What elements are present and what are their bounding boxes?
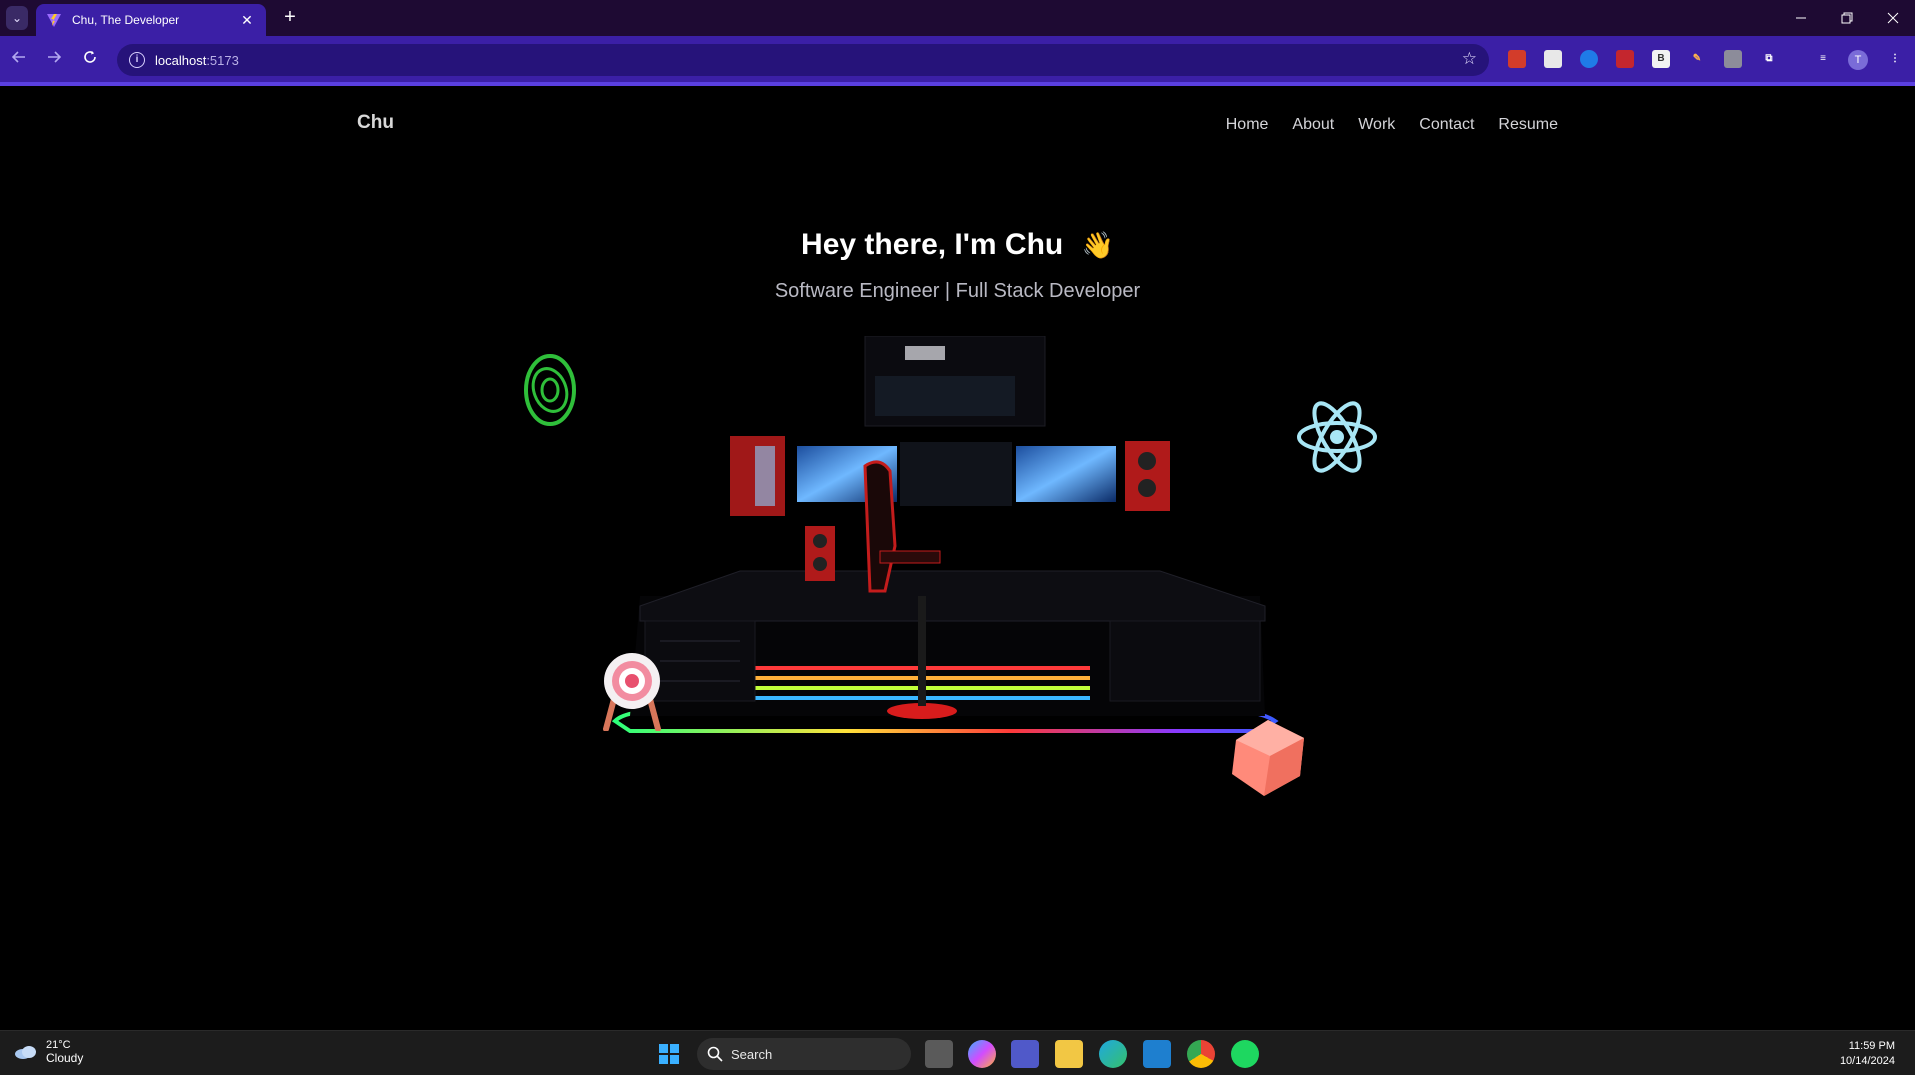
portfolio-page: Chu Home About Work Contact Resume Hey t…	[0, 86, 1915, 1030]
vite-favicon-icon	[47, 14, 61, 27]
weather-temperature: 21°C	[46, 1039, 71, 1051]
url-port: :5173	[206, 52, 239, 68]
cube-icon	[1232, 720, 1304, 796]
reload-button[interactable]	[78, 48, 102, 72]
gaming-setup-3d-scene	[611, 336, 1279, 733]
clock-date: 10/14/2024	[1839, 1055, 1895, 1067]
pencil-extension-icon[interactable]: ✎	[1688, 50, 1706, 68]
chrome-icon[interactable]	[1187, 1040, 1215, 1068]
extension-icon-1[interactable]	[1508, 50, 1526, 68]
tab-close-icon[interactable]: ✕	[238, 12, 256, 29]
start-button[interactable]	[655, 1040, 683, 1068]
tab-search-button[interactable]: ⌄	[6, 6, 28, 30]
browser-menu-icon[interactable]: ⋮	[1886, 50, 1904, 68]
browser-toolbar: i localhost :5173 ☆ B ✎ ⧉ ≡ T ⋮	[0, 36, 1915, 86]
teams-icon[interactable]	[1011, 1040, 1039, 1068]
forward-button[interactable]	[42, 48, 66, 72]
nav-work[interactable]: Work	[1358, 116, 1395, 134]
hero-title: Hey there, I'm Chu 👋	[0, 228, 1915, 262]
hero-title-text: Hey there, I'm Chu	[801, 228, 1064, 261]
nav-home[interactable]: Home	[1226, 116, 1269, 134]
site-info-icon[interactable]: i	[129, 52, 145, 68]
close-window-button[interactable]	[1870, 0, 1915, 36]
tab-title: Chu, The Developer	[72, 13, 180, 27]
restore-button[interactable]	[1824, 0, 1870, 36]
extension-icon-6[interactable]	[1724, 50, 1742, 68]
nav-contact[interactable]: Contact	[1419, 116, 1474, 134]
restore-icon	[1841, 12, 1853, 24]
taskbar: 21°C Cloudy Search 11:59 PM 10/14/2024	[0, 1030, 1915, 1075]
extension-icon-5[interactable]: B	[1652, 50, 1670, 68]
file-explorer-icon[interactable]	[1055, 1040, 1083, 1068]
nav-about[interactable]: About	[1292, 116, 1334, 134]
minimize-icon	[1796, 17, 1806, 19]
profile-avatar[interactable]: T	[1848, 50, 1868, 70]
search-label: Search	[731, 1046, 773, 1062]
waving-hand-icon: 👋	[1081, 230, 1114, 260]
orbit-ring-icon	[524, 354, 576, 426]
edge-icon[interactable]	[1099, 1040, 1127, 1068]
address-bar[interactable]: i localhost :5173 ☆	[117, 44, 1489, 76]
browser-tab-bar: ⌄ Chu, The Developer ✕ +	[0, 0, 1915, 36]
puzzle-extensions-icon[interactable]: ⧉	[1760, 50, 1778, 68]
bookmark-star-icon[interactable]: ☆	[1462, 49, 1477, 69]
cloud-icon	[15, 1046, 36, 1059]
weather-widget[interactable]: 21°C Cloudy	[14, 1039, 83, 1065]
reading-list-icon[interactable]: ≡	[1814, 50, 1832, 68]
arrow-left-icon	[11, 51, 25, 63]
search-icon	[707, 1046, 723, 1062]
minimize-button[interactable]	[1778, 0, 1824, 36]
weather-condition: Cloudy	[46, 1051, 84, 1065]
back-button[interactable]	[7, 48, 31, 72]
task-view-icon[interactable]	[925, 1040, 953, 1068]
extension-icon-4[interactable]	[1616, 50, 1634, 68]
system-clock[interactable]: 11:59 PM 10/14/2024	[1840, 1039, 1895, 1069]
taskbar-search[interactable]: Search	[697, 1038, 911, 1070]
close-icon	[1887, 12, 1899, 24]
clock-time: 11:59 PM	[1848, 1040, 1895, 1052]
arrow-right-icon	[48, 51, 62, 63]
url-host: localhost	[155, 52, 207, 68]
hero-subtitle: Software Engineer | Full Stack Developer	[774, 280, 1141, 302]
vscode-icon[interactable]	[1143, 1040, 1171, 1068]
windows-logo-icon	[659, 1044, 679, 1064]
active-tab[interactable]: Chu, The Developer ✕	[36, 4, 266, 36]
site-nav: Home About Work Contact Resume	[1226, 116, 1558, 134]
nav-resume[interactable]: Resume	[1498, 116, 1558, 134]
reload-icon	[84, 51, 96, 63]
react-atom-icon	[1297, 401, 1377, 473]
spotify-icon[interactable]	[1231, 1040, 1259, 1068]
copilot-icon[interactable]	[968, 1040, 996, 1068]
new-tab-button[interactable]: +	[278, 6, 302, 30]
extension-icon-3[interactable]	[1580, 50, 1598, 68]
target-icon	[603, 653, 661, 731]
extension-icon-2[interactable]	[1544, 50, 1562, 68]
site-logo[interactable]: Chu	[357, 112, 394, 134]
